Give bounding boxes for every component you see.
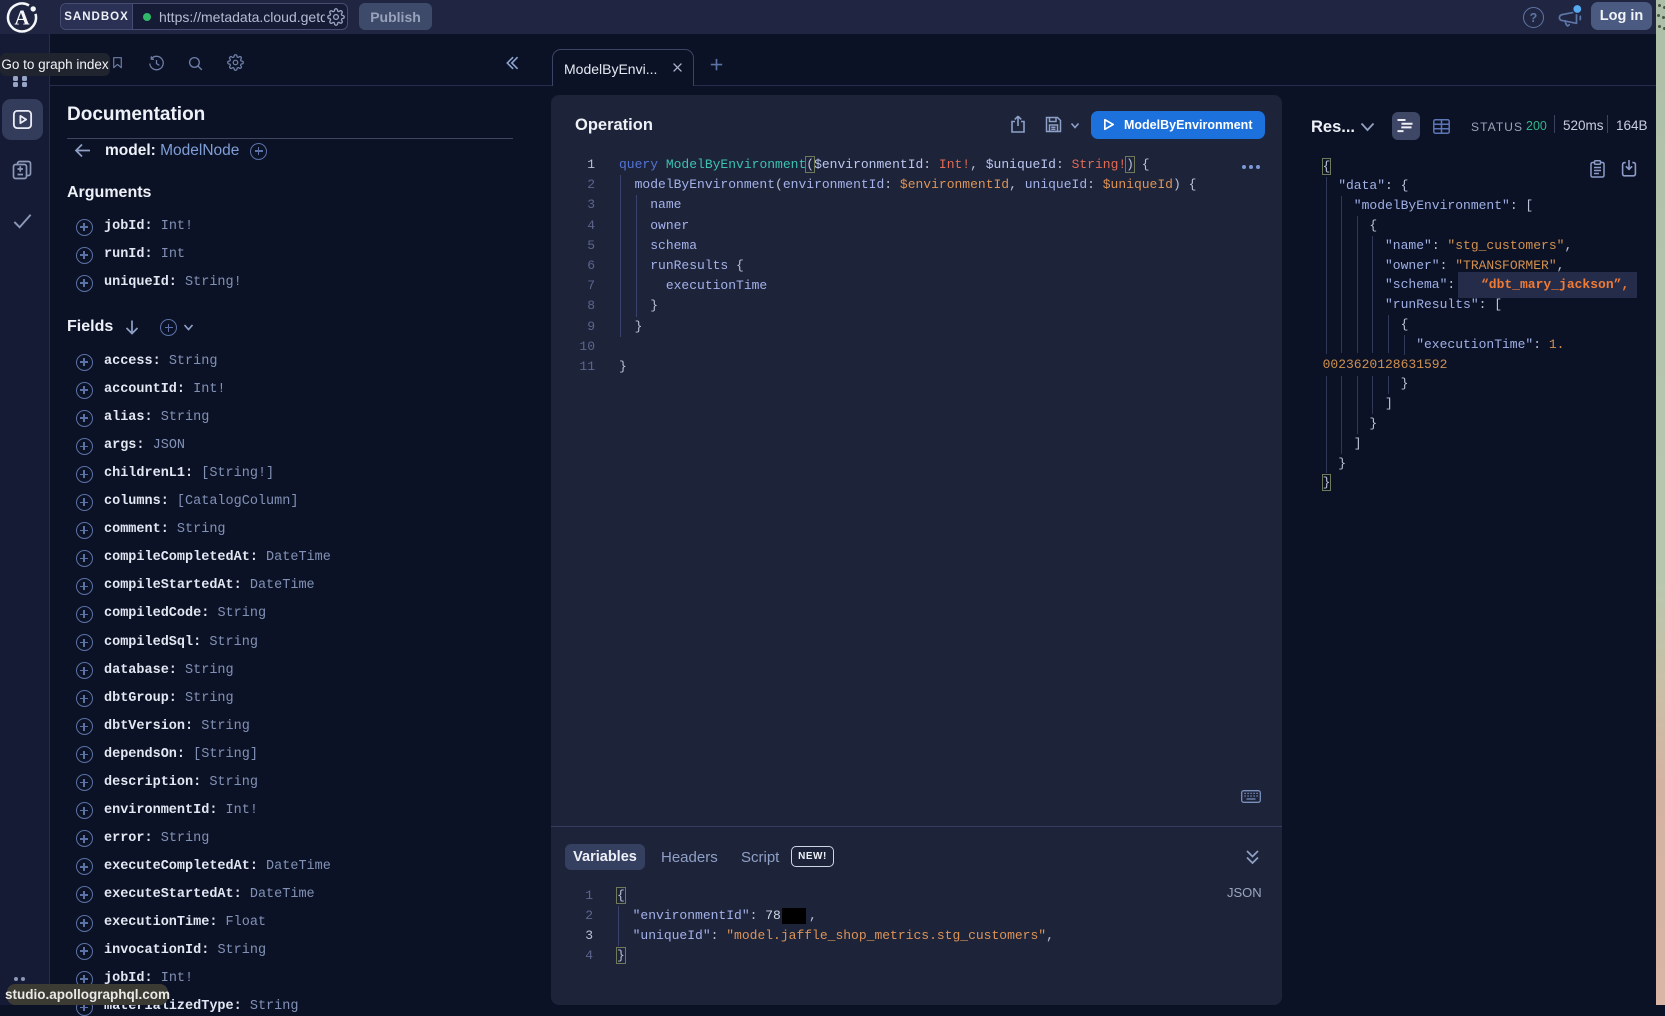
svg-text:A: A bbox=[14, 6, 30, 30]
